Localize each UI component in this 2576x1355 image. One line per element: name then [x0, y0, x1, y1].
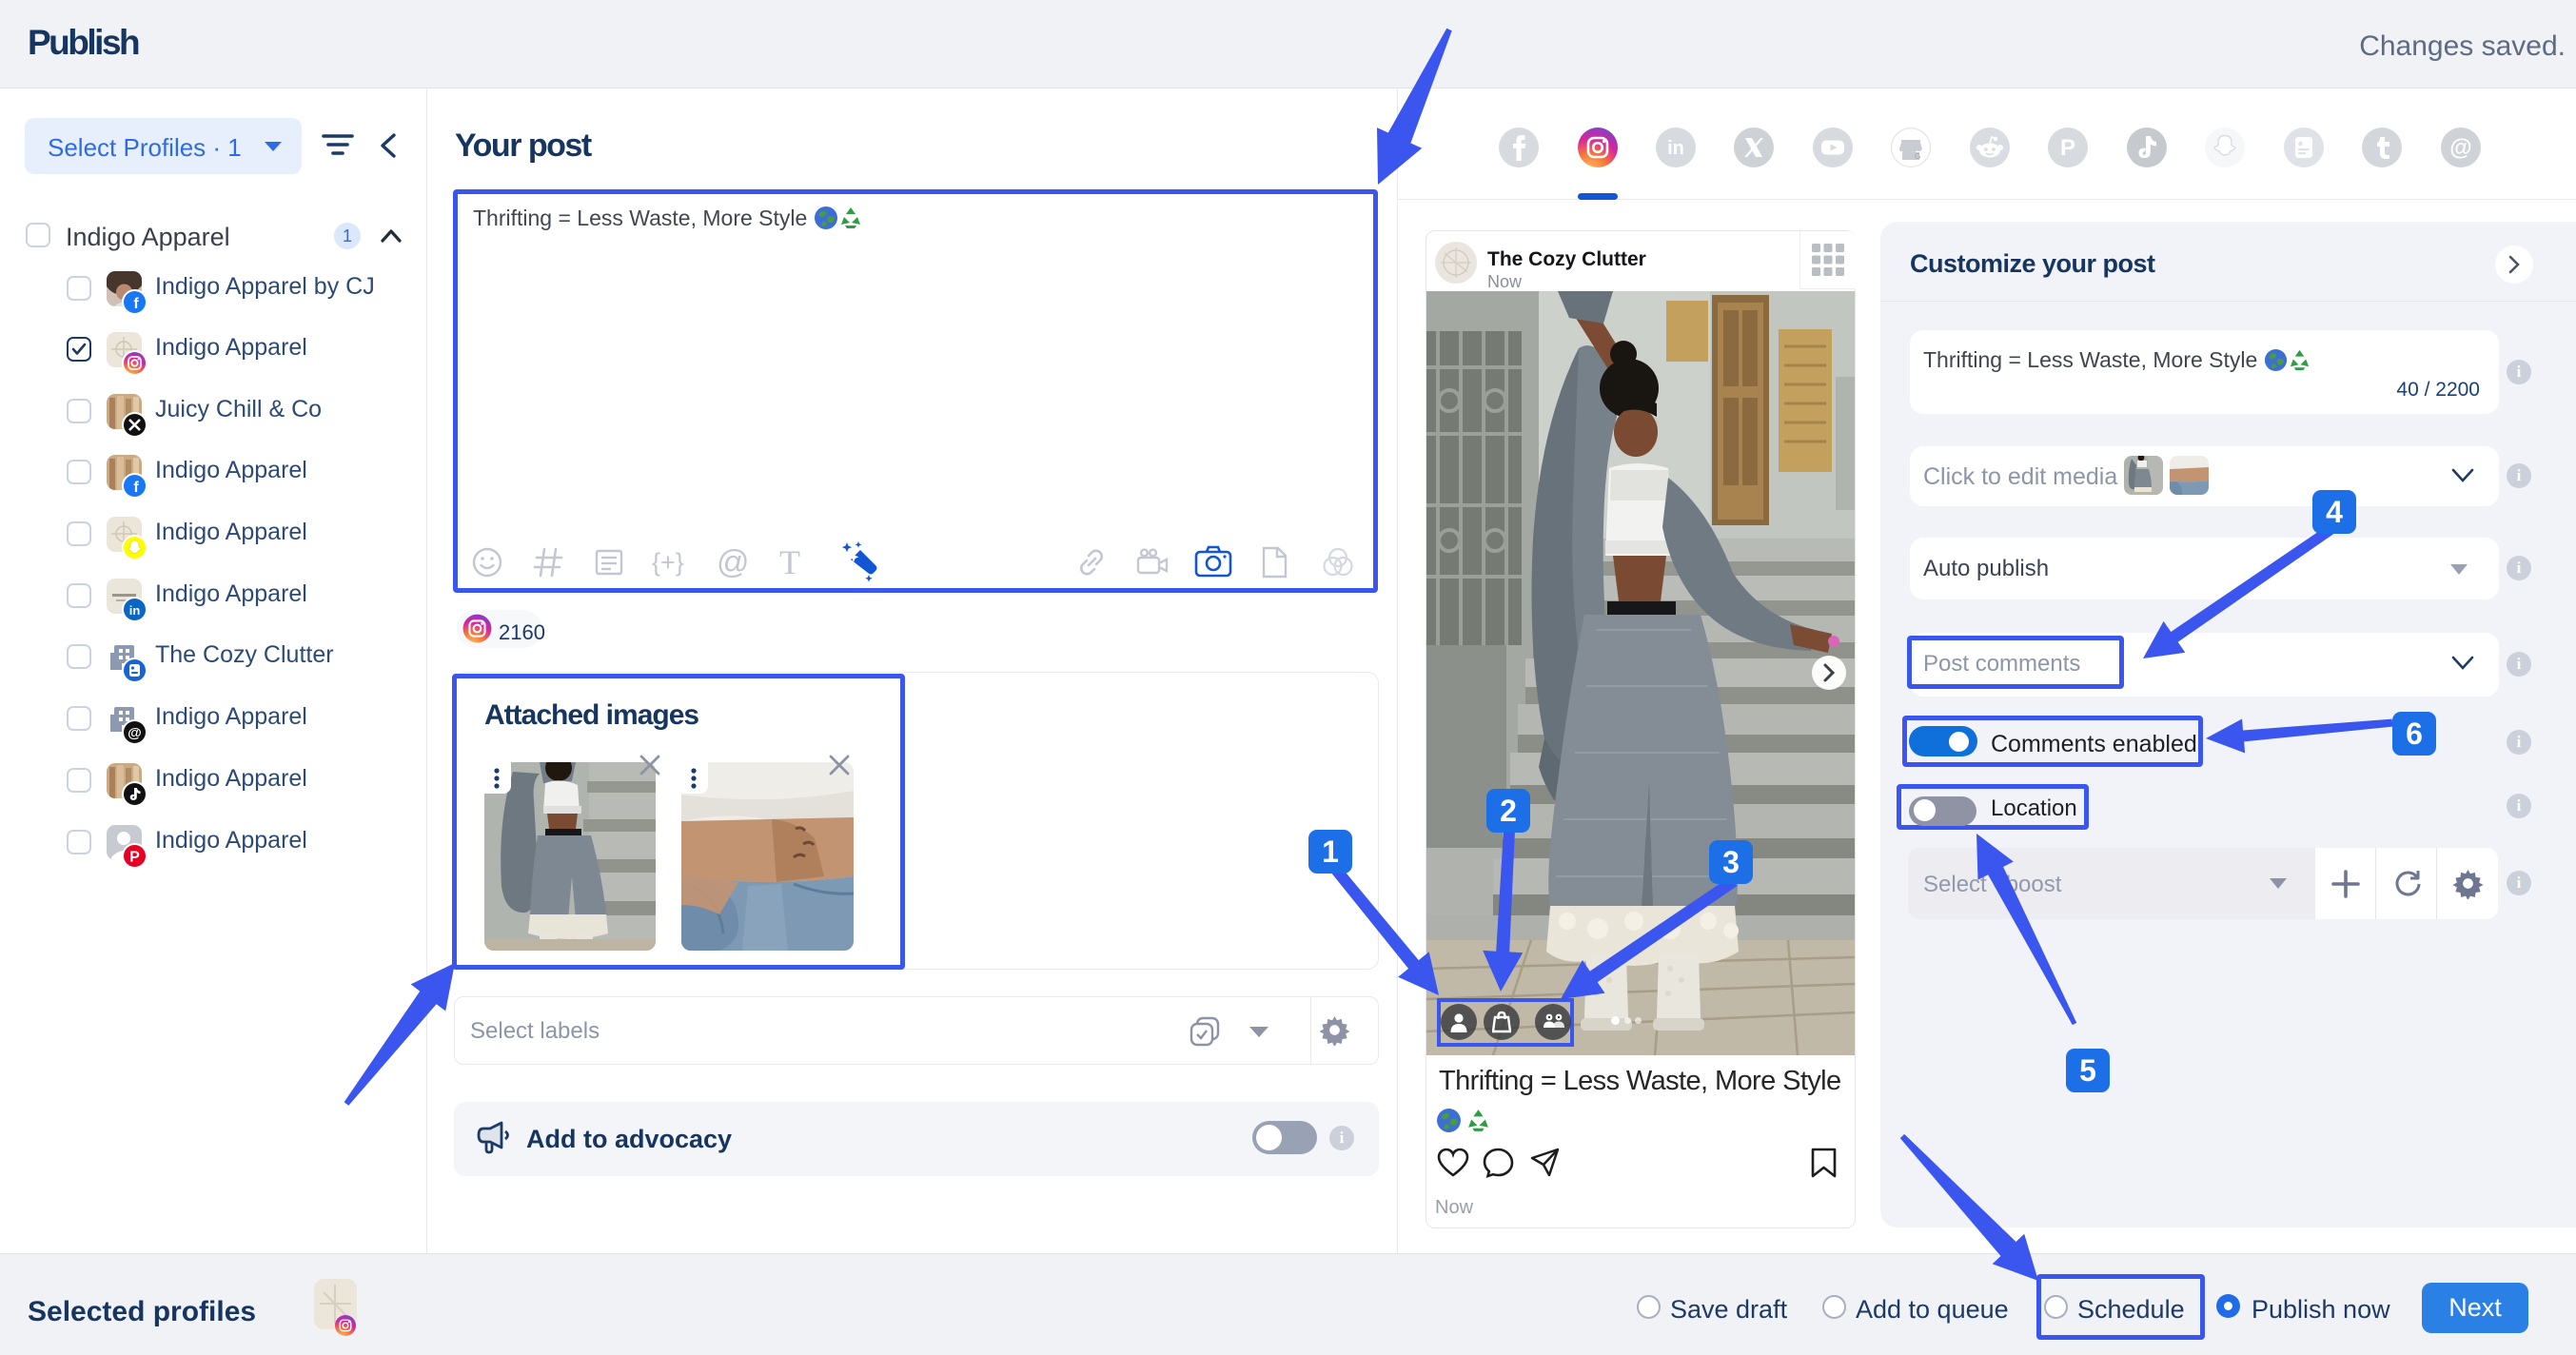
svg-text:@: @: [128, 725, 142, 741]
svg-text:P: P: [2060, 135, 2075, 161]
svg-text:in: in: [129, 603, 141, 618]
svg-text:in: in: [1667, 138, 1684, 159]
svg-text:@: @: [2449, 135, 2471, 161]
svg-text:P: P: [129, 850, 140, 866]
svg-text:f: f: [133, 480, 139, 496]
svg-text:f: f: [133, 296, 139, 312]
svg-text:G: G: [1915, 152, 1920, 161]
